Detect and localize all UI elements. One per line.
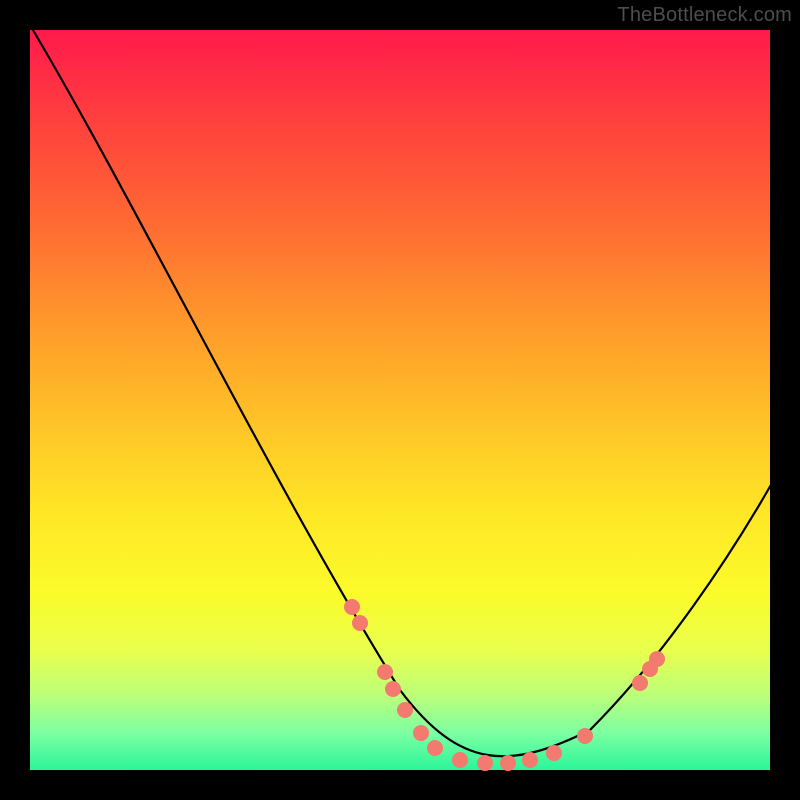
data-marker (385, 681, 401, 697)
data-marker (477, 755, 493, 771)
watermark-text: TheBottleneck.com (617, 4, 792, 27)
chart-svg (30, 30, 770, 770)
marker-group (344, 599, 665, 771)
chart-plot-area (30, 30, 770, 770)
data-marker (649, 651, 665, 667)
data-marker (452, 752, 468, 768)
data-marker (522, 752, 538, 768)
data-marker (413, 725, 429, 741)
data-marker (344, 599, 360, 615)
data-marker (427, 740, 443, 756)
data-marker (632, 675, 648, 691)
data-marker (377, 664, 393, 680)
data-marker (397, 702, 413, 718)
bottleneck-curve (30, 25, 785, 756)
data-marker (500, 755, 516, 771)
data-marker (352, 615, 368, 631)
data-marker (546, 745, 562, 761)
data-marker (577, 728, 593, 744)
